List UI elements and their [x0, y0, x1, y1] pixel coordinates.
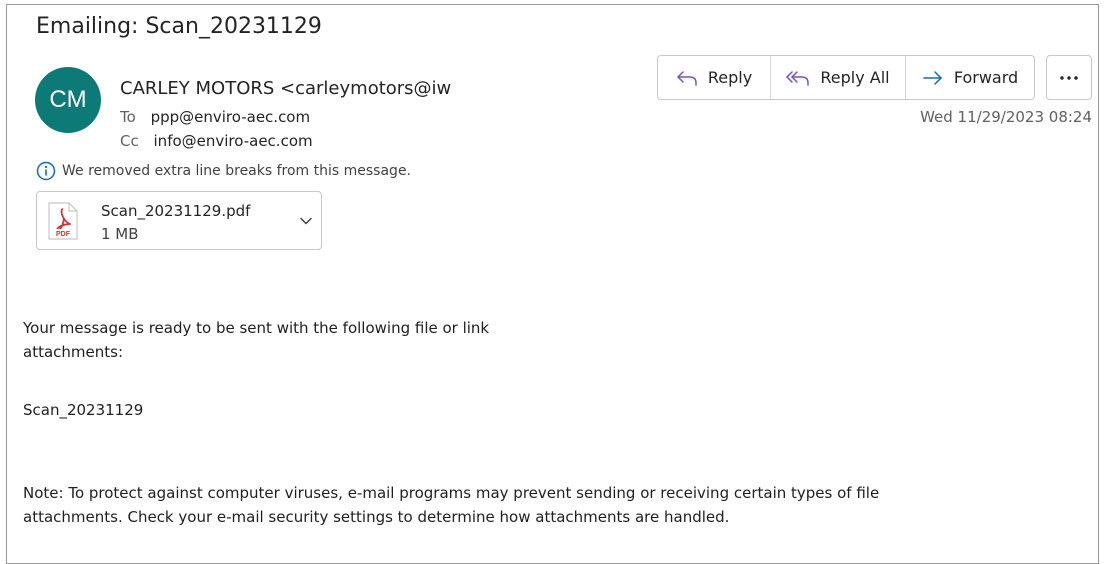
sender-name[interactable]: CARLEY MOTORS <carleymotors@iw — [120, 78, 466, 99]
more-options-icon — [1060, 75, 1078, 80]
pdf-file-icon: PDF — [48, 202, 78, 240]
body-paragraph-1: Your message is ready to be sent with th… — [23, 316, 489, 364]
cc-label: Cc — [120, 132, 139, 150]
forward-button[interactable]: Forward — [905, 56, 1034, 99]
cc-recipient[interactable]: info@enviro-aec.com — [154, 132, 313, 150]
more-options-button[interactable] — [1046, 55, 1092, 100]
to-label: To — [120, 108, 136, 126]
body-line: attachments. Check your e-mail security … — [23, 508, 730, 526]
reply-button[interactable]: Reply — [658, 56, 770, 99]
reply-all-icon — [786, 70, 810, 86]
reply-actions-group: Reply Reply All Forward — [657, 55, 1035, 100]
forward-label: Forward — [953, 68, 1019, 87]
info-icon — [36, 161, 56, 181]
body-line: Scan_20231129 — [23, 401, 144, 419]
body-line: Note: To protect against computer viruse… — [23, 484, 880, 502]
avatar-initials: CM — [49, 86, 87, 113]
to-recipient[interactable]: ppp@enviro-aec.com — [151, 108, 311, 126]
svg-text:PDF: PDF — [56, 231, 71, 238]
body-line: Your message is ready to be sent with th… — [23, 319, 490, 337]
chevron-down-icon[interactable] — [299, 214, 313, 228]
reply-icon — [677, 70, 697, 86]
email-subject: Emailing: Scan_20231129 — [36, 14, 322, 39]
body-paragraph-3: Note: To protect against computer viruse… — [23, 481, 879, 529]
sent-date: Wed 11/29/2023 08:24 — [920, 108, 1092, 126]
reply-label: Reply — [707, 68, 753, 87]
info-notice-text: We removed extra line breaks from this m… — [62, 163, 412, 179]
info-notice: We removed extra line breaks from this m… — [36, 161, 411, 181]
body-line: attachments: — [23, 343, 123, 361]
attachment-size: 1 MB — [101, 225, 139, 243]
to-row: To ppp@enviro-aec.com — [120, 108, 310, 126]
attachment-name: Scan_20231129.pdf — [101, 202, 251, 220]
body-paragraph-2: Scan_20231129 — [23, 398, 143, 422]
cc-row: Cc info@enviro-aec.com — [120, 132, 313, 150]
reply-all-button[interactable]: Reply All — [770, 56, 905, 99]
attachment-card[interactable]: PDF Scan_20231129.pdf 1 MB — [36, 191, 322, 250]
reply-all-label: Reply All — [820, 68, 890, 87]
sender-avatar[interactable]: CM — [35, 67, 101, 133]
forward-icon — [923, 70, 942, 85]
